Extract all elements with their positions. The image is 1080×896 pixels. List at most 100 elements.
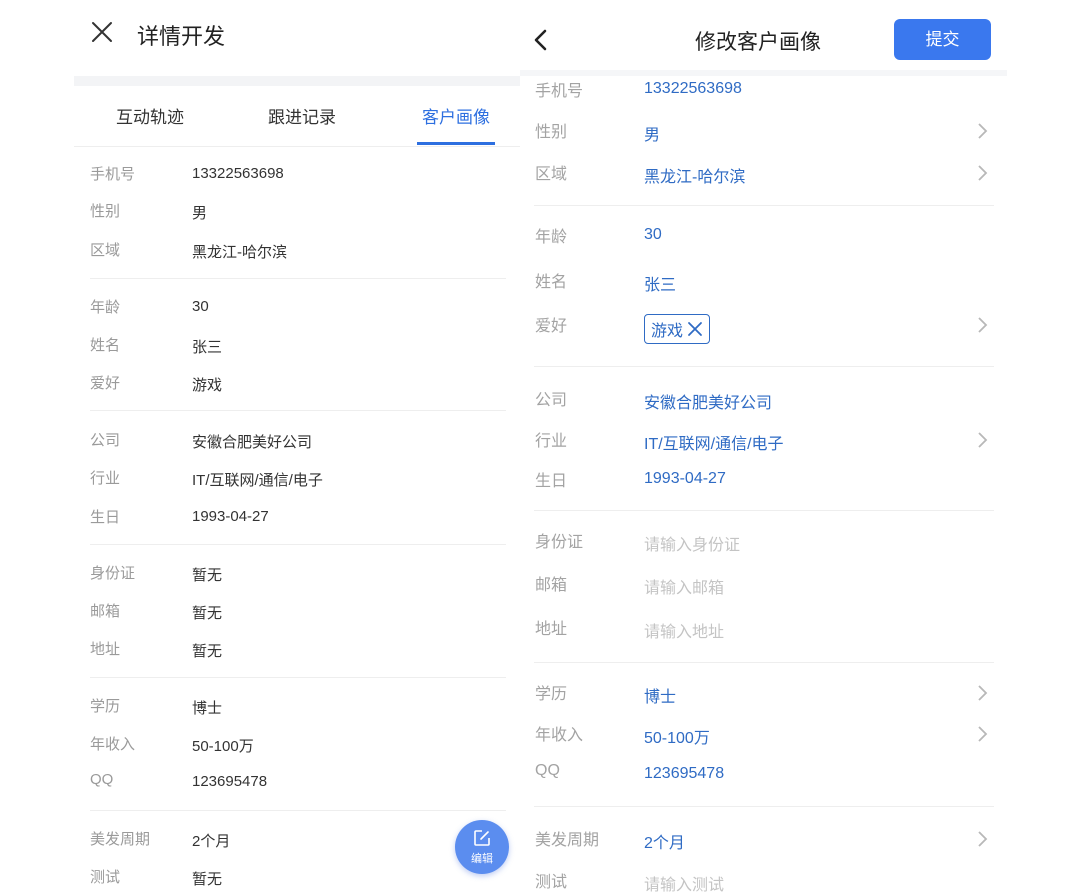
field-value: 游戏 [192, 377, 223, 394]
field-label: 身份证 [535, 534, 584, 551]
field-row: 姓名 张三 [74, 334, 520, 370]
field-label: 区域 [535, 166, 568, 183]
close-icon[interactable] [90, 20, 114, 44]
chevron-right-icon [978, 432, 988, 448]
field-value: 1993-04-27 [192, 508, 269, 525]
field-row-address[interactable]: 地址 请输入地址 [520, 615, 1007, 655]
field-label: 年龄 [535, 229, 568, 246]
field-row-hair-cycle[interactable]: 美发周期 2个月 [520, 826, 1007, 866]
field-value: 黑龙江-哈尔滨 [644, 169, 746, 186]
field-label: 行业 [90, 470, 121, 487]
section-gap [520, 70, 1007, 76]
field-value: 暂无 [192, 567, 223, 584]
field-label: 地址 [535, 621, 568, 638]
field-label: 邮箱 [535, 577, 568, 594]
field-row: 美发周期 2个月 [74, 828, 520, 864]
field-row-income[interactable]: 年收入 50-100万 [520, 721, 1007, 761]
divider [534, 662, 994, 663]
field-label: 爱好 [90, 375, 121, 392]
chevron-right-icon [978, 685, 988, 701]
field-value: 暂无 [192, 605, 223, 622]
field-row-gender[interactable]: 性别 男 [520, 118, 1007, 158]
close-icon[interactable] [687, 321, 703, 337]
divider [90, 677, 506, 678]
field-row-industry[interactable]: 行业 IT/互联网/通信/电子 [520, 427, 1007, 467]
email-input[interactable]: 请输入邮箱 [644, 574, 724, 598]
field-row: 区域 黑龙江-哈尔滨 [74, 239, 520, 275]
field-row: 学历 博士 [74, 695, 520, 731]
field-label: 美发周期 [90, 831, 151, 848]
field-row: 测试 暂无 [74, 866, 520, 896]
field-row-birthday[interactable]: 生日 1993-04-27 [520, 467, 1007, 507]
field-value: 男 [192, 205, 208, 222]
field-row-test[interactable]: 测试 请输入测试 [520, 868, 1007, 896]
field-row-company[interactable]: 公司 安徽合肥美好公司 [520, 386, 1007, 426]
field-value: 安徽合肥美好公司 [644, 395, 773, 412]
field-label: 年收入 [535, 727, 584, 744]
field-value: 博士 [192, 700, 223, 717]
field-row: QQ 123695478 [74, 771, 520, 807]
field-value: 2个月 [192, 833, 231, 850]
edit-button[interactable]: 编辑 [455, 820, 509, 874]
divider [90, 278, 506, 279]
field-value: 50-100万 [644, 730, 710, 747]
field-row-qq[interactable]: QQ 123695478 [520, 762, 1007, 802]
field-row: 行业 IT/互联网/通信/电子 [74, 467, 520, 503]
field-value: IT/互联网/通信/电子 [644, 436, 784, 453]
submit-button[interactable]: 提交 [894, 19, 991, 60]
field-value: 123695478 [644, 765, 725, 782]
field-label: 公司 [535, 392, 568, 409]
field-label: 手机号 [90, 166, 136, 183]
divider [534, 510, 994, 511]
chevron-right-icon [978, 123, 988, 139]
hobby-tag[interactable]: 游戏 [644, 314, 711, 344]
detail-panel: 详情开发 互动轨迹 跟进记录 客户画像 手机号 13322563698 性别 男… [74, 0, 520, 896]
field-row-hobby[interactable]: 爱好 游戏 [520, 312, 1007, 352]
field-value: 暂无 [192, 643, 223, 660]
field-row: 生日 1993-04-27 [74, 506, 520, 542]
field-row: 公司 安徽合肥美好公司 [74, 429, 520, 465]
field-value: 男 [644, 127, 661, 144]
field-row: 年龄 30 [74, 296, 520, 332]
divider [534, 806, 994, 807]
page-title: 详情开发 [137, 24, 226, 49]
tab-follow-up-records[interactable]: 跟进记录 [268, 103, 336, 128]
field-label: QQ [90, 771, 114, 788]
field-value: 2个月 [644, 835, 685, 852]
field-row-email[interactable]: 邮箱 请输入邮箱 [520, 571, 1007, 611]
field-row-name[interactable]: 姓名 张三 [520, 268, 1007, 308]
active-tab-indicator [417, 142, 495, 145]
address-input[interactable]: 请输入地址 [644, 618, 724, 642]
field-row-id-card[interactable]: 身份证 请输入身份证 [520, 528, 1007, 568]
field-value: 13322563698 [192, 165, 284, 182]
field-value: 黑龙江-哈尔滨 [192, 244, 287, 261]
divider [90, 810, 506, 811]
field-row-age[interactable]: 年龄 30 [520, 223, 1007, 263]
field-label: 测试 [535, 874, 568, 891]
field-label: 姓名 [90, 337, 121, 354]
field-label: 地址 [90, 641, 121, 658]
field-row-phone[interactable]: 手机号 13322563698 [520, 77, 1007, 117]
chevron-right-icon [978, 165, 988, 181]
field-label: 生日 [535, 473, 568, 490]
divider [534, 205, 994, 206]
field-label: 性别 [90, 203, 121, 220]
field-value: 30 [192, 298, 209, 315]
field-row: 性别 男 [74, 200, 520, 236]
field-label: 行业 [535, 433, 568, 450]
tab-customer-profile[interactable]: 客户画像 [422, 103, 490, 128]
field-value: 安徽合肥美好公司 [192, 434, 313, 451]
field-label: 测试 [90, 869, 121, 886]
tab-interaction-track[interactable]: 互动轨迹 [116, 103, 184, 128]
id-card-input[interactable]: 请输入身份证 [644, 531, 740, 555]
field-label: 区域 [90, 242, 121, 259]
field-label: 邮箱 [90, 603, 121, 620]
test-input[interactable]: 请输入测试 [644, 871, 724, 895]
field-row: 身份证 暂无 [74, 562, 520, 598]
field-label: 性别 [535, 124, 568, 141]
field-row-region[interactable]: 区域 黑龙江-哈尔滨 [520, 160, 1007, 200]
field-row: 手机号 13322563698 [74, 163, 520, 199]
field-row-education[interactable]: 学历 博士 [520, 680, 1007, 720]
field-label: 年龄 [90, 299, 121, 316]
field-label: 美发周期 [535, 832, 600, 849]
